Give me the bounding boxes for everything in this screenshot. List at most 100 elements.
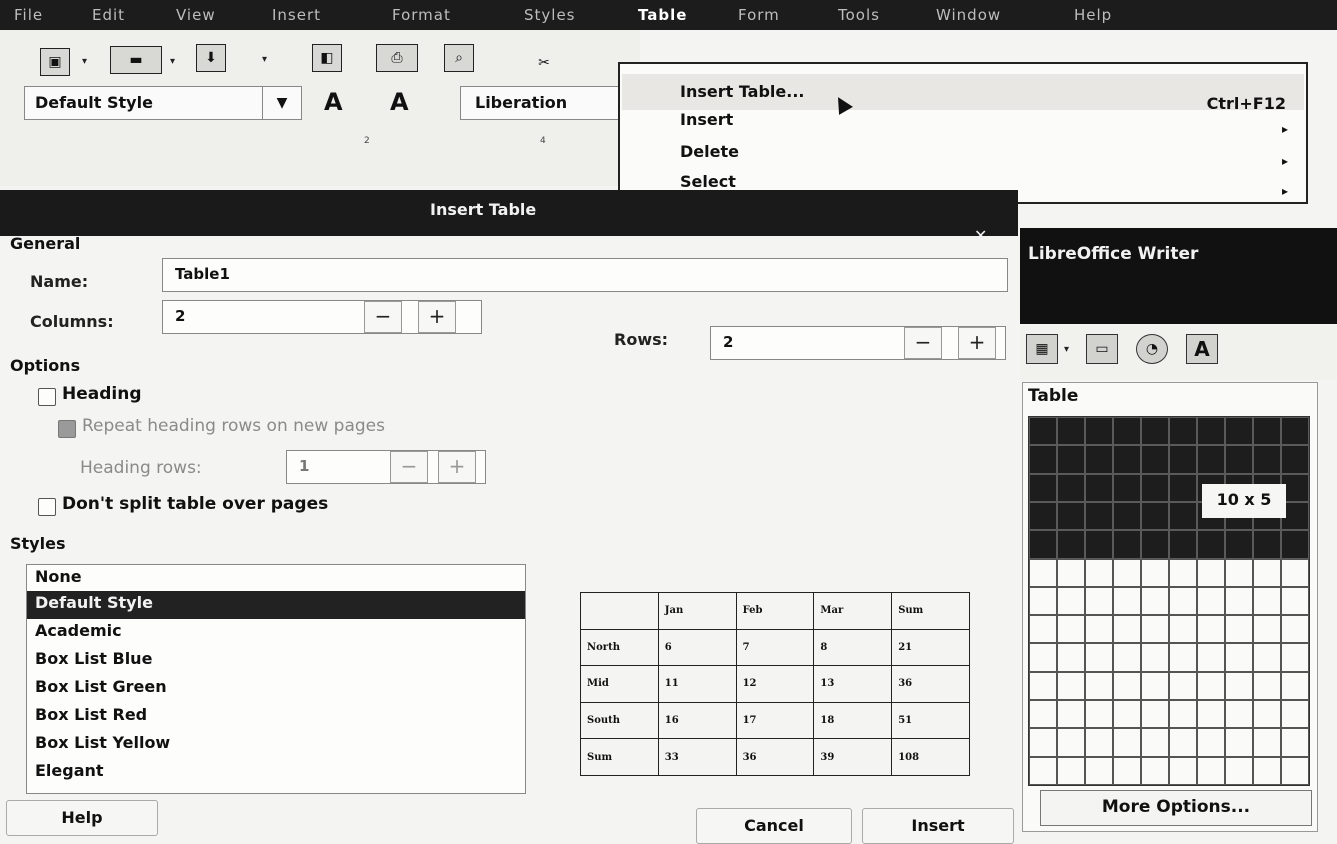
export-pdf-icon[interactable]: ◧ [312, 44, 342, 72]
grid-cell[interactable] [1057, 445, 1085, 474]
heading-checkbox[interactable] [38, 388, 56, 406]
grid-cell[interactable] [1169, 473, 1197, 502]
list-item[interactable]: Box List Red [35, 705, 147, 724]
grid-cell[interactable] [1225, 756, 1253, 785]
grid-cell[interactable] [1141, 671, 1169, 701]
grid-cell[interactable] [1253, 417, 1281, 446]
grid-cell[interactable] [1169, 671, 1197, 701]
grid-cell[interactable] [1029, 445, 1057, 474]
cut-icon[interactable]: ✂ [530, 50, 558, 76]
grid-cell[interactable] [1113, 671, 1141, 701]
grid-cell[interactable] [1225, 700, 1253, 729]
grid-cell[interactable] [1085, 671, 1113, 701]
grid-cell[interactable] [1113, 558, 1141, 587]
grid-cell[interactable] [1141, 530, 1169, 559]
rows-decrement-button[interactable]: − [904, 327, 942, 359]
grid-cell[interactable] [1113, 417, 1141, 446]
grid-cell[interactable] [1029, 643, 1057, 672]
menu-item-select[interactable]: Select [680, 172, 736, 191]
insert-image-icon[interactable]: ▭ [1086, 334, 1118, 364]
grid-cell[interactable] [1169, 756, 1197, 785]
grid-cell[interactable] [1169, 530, 1197, 559]
grid-cell[interactable] [1169, 728, 1197, 757]
grid-cell[interactable] [1141, 756, 1169, 785]
grid-cell[interactable] [1057, 558, 1085, 587]
grid-cell[interactable] [1281, 728, 1309, 757]
grid-cell[interactable] [1253, 756, 1281, 785]
grid-cell[interactable] [1225, 728, 1253, 757]
grid-cell[interactable] [1253, 586, 1281, 616]
grid-cell[interactable] [1225, 586, 1253, 616]
update-style-icon[interactable]: A [324, 88, 343, 116]
grid-cell[interactable] [1057, 728, 1085, 757]
menu-view[interactable]: View [176, 6, 216, 24]
grid-cell[interactable] [1141, 417, 1169, 446]
grid-cell[interactable] [1225, 615, 1253, 644]
grid-cell[interactable] [1085, 700, 1113, 729]
grid-cell[interactable] [1169, 586, 1197, 616]
print-preview-icon[interactable]: ⌕ [444, 44, 474, 72]
grid-cell[interactable] [1113, 473, 1141, 502]
more-options-button[interactable]: More Options... [1040, 790, 1312, 826]
menu-file[interactable]: File [14, 6, 43, 24]
grid-cell[interactable] [1253, 530, 1281, 559]
grid-cell[interactable] [1253, 643, 1281, 672]
grid-cell[interactable] [1113, 756, 1141, 785]
grid-cell[interactable] [1141, 501, 1169, 531]
grid-cell[interactable] [1057, 615, 1085, 644]
grid-cell[interactable] [1029, 558, 1057, 587]
grid-cell[interactable] [1085, 530, 1113, 559]
insert-textbox-icon[interactable]: A [1186, 334, 1218, 364]
grid-cell[interactable] [1141, 586, 1169, 616]
grid-cell[interactable] [1281, 643, 1309, 672]
grid-cell[interactable] [1281, 756, 1309, 785]
grid-cell[interactable] [1281, 417, 1309, 446]
menu-tools[interactable]: Tools [838, 6, 880, 24]
grid-cell[interactable] [1253, 700, 1281, 729]
heading-rows-decrement-button[interactable]: − [390, 451, 428, 483]
menu-table[interactable]: Table [638, 6, 687, 24]
grid-cell[interactable] [1197, 558, 1225, 587]
menu-edit[interactable]: Edit [92, 6, 125, 24]
grid-cell[interactable] [1085, 558, 1113, 587]
font-name-box[interactable]: Liberation [460, 86, 625, 120]
grid-cell[interactable] [1169, 615, 1197, 644]
menu-window[interactable]: Window [936, 6, 1001, 24]
menu-item-insert-table[interactable]: Insert Table... [680, 82, 805, 101]
grid-cell[interactable] [1253, 671, 1281, 701]
grid-cell[interactable] [1029, 417, 1057, 446]
grid-cell[interactable] [1197, 417, 1225, 446]
table-size-grid[interactable] [1028, 416, 1310, 786]
grid-cell[interactable] [1029, 530, 1057, 559]
grid-cell[interactable] [1029, 756, 1057, 785]
grid-cell[interactable] [1113, 586, 1141, 616]
grid-cell[interactable] [1197, 700, 1225, 729]
grid-cell[interactable] [1113, 445, 1141, 474]
list-item[interactable]: None [35, 567, 82, 586]
paragraph-style-box[interactable]: Default Style [24, 86, 264, 120]
grid-cell[interactable] [1225, 445, 1253, 474]
grid-cell[interactable] [1113, 728, 1141, 757]
styles-list[interactable]: None Default Style Academic Box List Blu… [26, 564, 526, 794]
list-item[interactable]: Box List Green [35, 677, 167, 696]
grid-cell[interactable] [1057, 643, 1085, 672]
grid-cell[interactable] [1253, 728, 1281, 757]
columns-increment-button[interactable]: + [418, 301, 456, 333]
grid-cell[interactable] [1225, 530, 1253, 559]
menu-format[interactable]: Format [392, 6, 451, 24]
grid-cell[interactable] [1113, 643, 1141, 672]
grid-cell[interactable] [1029, 728, 1057, 757]
grid-cell[interactable] [1085, 643, 1113, 672]
grid-cell[interactable] [1281, 586, 1309, 616]
list-item[interactable]: Elegant [35, 761, 104, 780]
insert-chart-icon[interactable]: ◔ [1136, 334, 1168, 364]
grid-cell[interactable] [1029, 700, 1057, 729]
grid-cell[interactable] [1169, 501, 1197, 531]
rows-increment-button[interactable]: + [958, 327, 996, 359]
menu-item-delete[interactable]: Delete [680, 142, 739, 161]
grid-cell[interactable] [1113, 615, 1141, 644]
grid-cell[interactable] [1057, 671, 1085, 701]
grid-cell[interactable] [1085, 473, 1113, 502]
grid-cell[interactable] [1057, 586, 1085, 616]
grid-cell[interactable] [1197, 530, 1225, 559]
